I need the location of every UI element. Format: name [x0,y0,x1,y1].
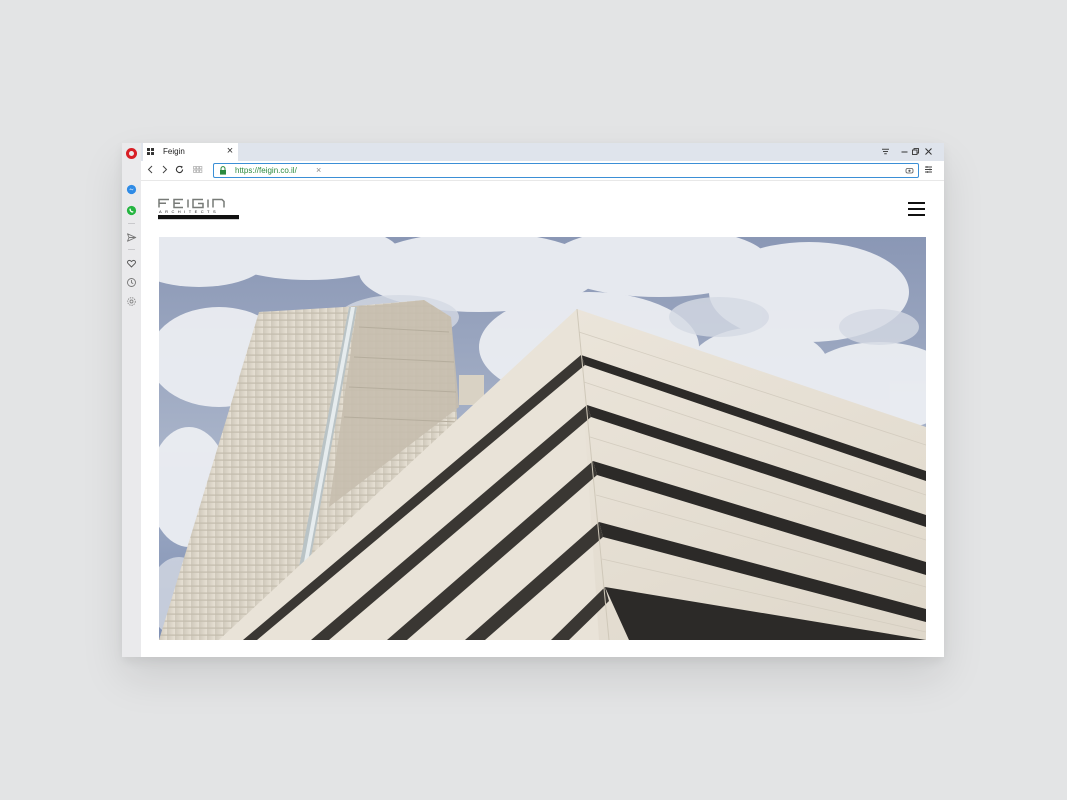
site-favicon-icon [147,148,154,155]
sidebar-separator [128,223,135,224]
restore-icon[interactable] [910,146,921,157]
reload-icon[interactable] [174,164,185,175]
send-icon[interactable] [126,232,137,243]
vivaldi-logo-icon[interactable] [126,148,137,159]
browser-sidebar [122,143,141,657]
navigation-bar: https://feigin.co.il/ × [141,161,944,181]
heart-icon[interactable] [126,258,137,269]
speed-dial-icon[interactable] [192,164,203,175]
url-text[interactable]: https://feigin.co.il/ [235,165,297,176]
minimize-icon[interactable] [899,146,910,157]
sidebar-separator [128,249,135,250]
tab-close-icon[interactable]: × [223,144,237,158]
hero-image [159,237,926,640]
whatsapp-icon[interactable] [126,205,137,216]
address-bar[interactable]: https://feigin.co.il/ × [213,163,919,178]
settings-icon[interactable] [126,296,137,307]
web-page: ARCHITECTS [141,181,944,657]
close-window-icon[interactable] [923,146,934,157]
tab-title: Feigin [163,147,185,156]
logo-subtext: ARCHITECTS [159,209,219,214]
history-icon[interactable] [126,277,137,288]
feigin-architects-logo[interactable]: ARCHITECTS [158,197,240,221]
extensions-menu-icon[interactable] [924,165,933,174]
clear-url-icon[interactable]: × [316,164,321,176]
lock-icon[interactable] [219,166,227,175]
messenger-icon[interactable] [126,184,137,195]
tab-strip: Feigin × [141,143,944,161]
hamburger-menu-icon[interactable] [908,201,926,216]
browser-window: Feigin × https://feigin.co.il/ × ARCHITE… [122,143,944,657]
tab-feigin[interactable]: Feigin × [143,143,238,161]
tab-list-icon[interactable] [880,146,891,157]
back-icon[interactable] [145,164,156,175]
forward-icon[interactable] [159,164,170,175]
reader-view-icon[interactable] [905,166,914,175]
building-photo [159,237,926,640]
